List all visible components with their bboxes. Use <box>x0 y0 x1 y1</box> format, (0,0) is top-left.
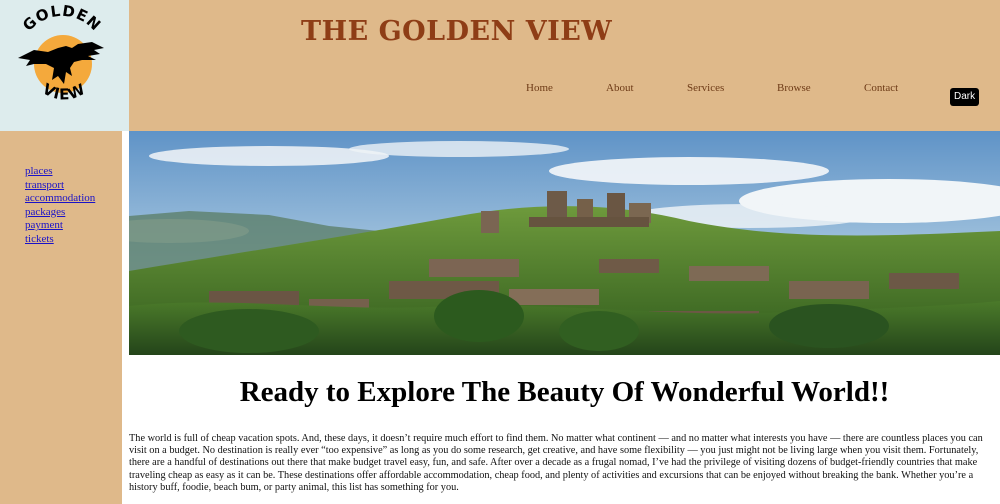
sidebar-link-accommodation[interactable]: accommodation <box>25 192 95 204</box>
sidebar-link-payment[interactable]: payment <box>25 219 63 231</box>
nav-home[interactable]: Home <box>526 82 553 94</box>
sidebar-link-tickets[interactable]: tickets <box>25 233 54 245</box>
nav-about[interactable]: About <box>606 82 634 94</box>
sidebar: places transport accommodation packages … <box>0 131 122 504</box>
page: GOLDEN VIEW THE GOLDEN VIEW Home About S… <box>0 0 1000 504</box>
sidebar-link-transport[interactable]: transport <box>25 179 64 191</box>
nav-browse[interactable]: Browse <box>777 82 811 94</box>
svg-text:GOLDEN: GOLDEN <box>19 2 105 35</box>
nav-contact[interactable]: Contact <box>864 82 898 94</box>
nav-services[interactable]: Services <box>687 82 724 94</box>
site-title: THE GOLDEN VIEW <box>301 16 613 47</box>
site-header: THE GOLDEN VIEW Home About Services Brow… <box>129 0 1000 131</box>
sidebar-link-places[interactable]: places <box>25 165 52 177</box>
eagle-over-sun-icon: GOLDEN VIEW <box>18 2 105 103</box>
intro-paragraph: The world is full of cheap vacation spot… <box>129 433 983 493</box>
dark-mode-button[interactable]: Dark <box>950 88 980 106</box>
logo[interactable]: GOLDEN VIEW <box>0 0 129 131</box>
hero-image <box>129 131 1000 355</box>
page-headline: Ready to Explore The Beauty Of Wonderful… <box>239 376 890 408</box>
sidebar-link-packages[interactable]: packages <box>25 206 65 218</box>
sidebar-links: places transport accommodation packages … <box>25 164 95 246</box>
